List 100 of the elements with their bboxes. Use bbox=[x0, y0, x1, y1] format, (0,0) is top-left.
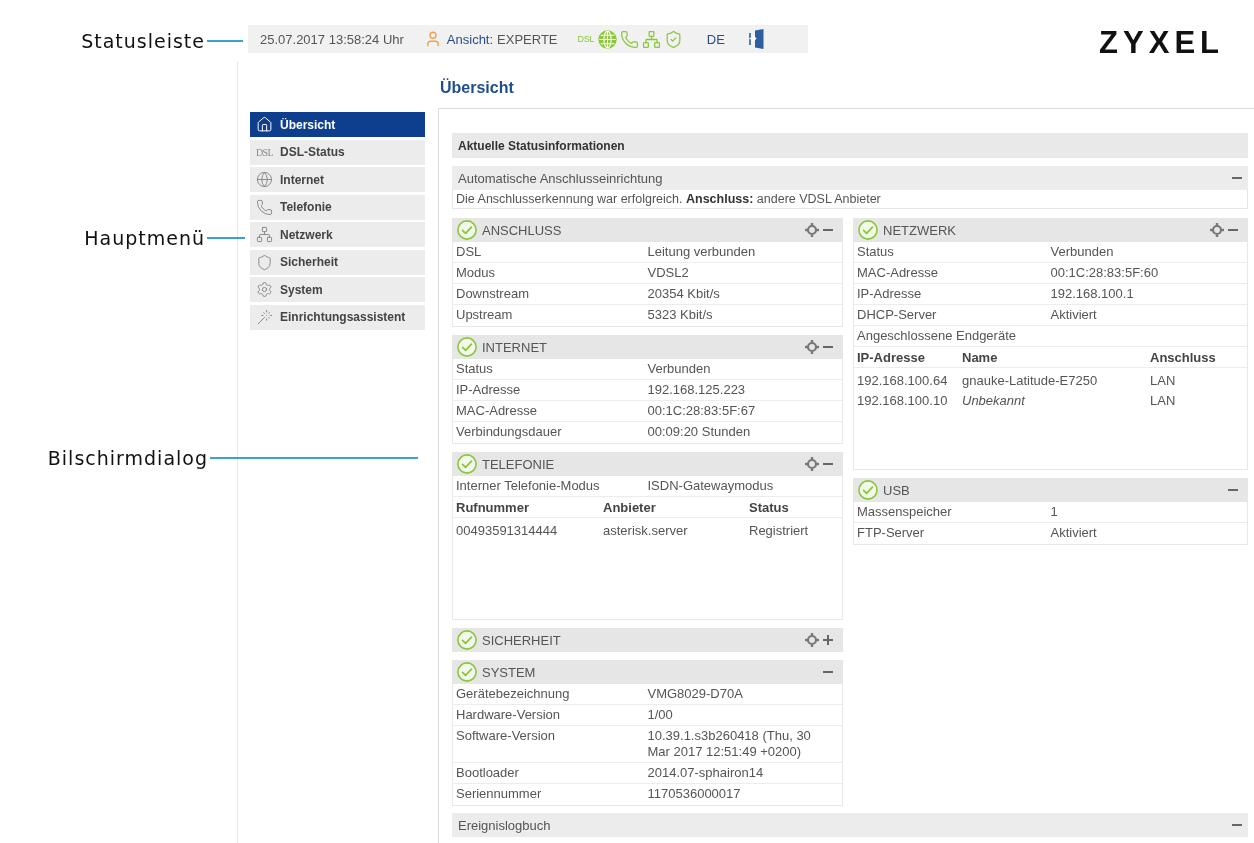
sidebar-item[interactable]: DSL DSL-Status bbox=[250, 139, 425, 165]
minus-icon[interactable] bbox=[823, 346, 833, 348]
section-title: INTERNET bbox=[482, 339, 547, 355]
home-icon bbox=[256, 116, 273, 133]
field-value: Aktiviert bbox=[1050, 307, 1098, 323]
field-value: 20354 Kbit/s bbox=[647, 286, 721, 302]
field-label: Massenspeicher bbox=[857, 504, 953, 520]
minus-icon[interactable] bbox=[823, 671, 833, 673]
dsl-status-label: DSL bbox=[577, 34, 594, 44]
gear-icon[interactable] bbox=[805, 223, 819, 237]
table-cell: LAN bbox=[1150, 372, 1176, 388]
field-label: MAC-Adresse bbox=[456, 403, 538, 419]
sidebar-item[interactable]: Sicherheit bbox=[250, 249, 425, 275]
sidebar-item[interactable]: Telefonie bbox=[250, 194, 425, 220]
minus-icon[interactable] bbox=[1232, 824, 1242, 826]
field-label: DHCP-Server bbox=[857, 307, 938, 323]
logout-icon[interactable] bbox=[748, 29, 764, 49]
minus-icon[interactable] bbox=[823, 463, 833, 465]
field-value: Verbunden bbox=[1050, 244, 1115, 260]
status-message: Die Anschlusserkennung war erfolgreich. Anschluss: andere VDSL Anbieter bbox=[452, 190, 1248, 209]
table-cell: Registriert bbox=[749, 522, 809, 538]
language-button[interactable]: DE bbox=[706, 31, 725, 47]
sidebar-item[interactable]: Einrichtungsassistent bbox=[250, 304, 425, 330]
field-value: 1/00 bbox=[647, 707, 674, 723]
minus-icon[interactable] bbox=[823, 229, 833, 231]
minus-icon[interactable] bbox=[1228, 489, 1238, 491]
column-header: IP-Adresse bbox=[857, 349, 925, 365]
field-value: 10.39.1.s3b260418 (Thu, 30 Mar 2017 12:51:49 +0200) bbox=[647, 728, 812, 760]
field-label: Status bbox=[857, 244, 895, 260]
callout-label: Statusleiste bbox=[81, 30, 205, 52]
field-label: Upstream bbox=[456, 307, 514, 323]
sidebar-item[interactable]: Netzwerk bbox=[250, 222, 425, 247]
field-value: Aktiviert bbox=[1050, 525, 1098, 541]
shield-icon bbox=[256, 253, 273, 271]
table-cell: 192.168.100.10 bbox=[857, 392, 948, 408]
minus-icon[interactable] bbox=[1232, 177, 1242, 179]
field-label: Modus bbox=[456, 265, 497, 281]
section-title: NETZWERK bbox=[883, 222, 956, 238]
field-label: Downstream bbox=[456, 286, 530, 302]
network-icon bbox=[256, 226, 273, 243]
sidebar-item[interactable]: Internet bbox=[250, 167, 425, 192]
field-value: 1 bbox=[1050, 504, 1059, 520]
field-value: 5323 Kbit/s bbox=[647, 307, 714, 323]
table-cell: gnauke-Latitude-E7250 bbox=[962, 372, 1098, 388]
field-value: 192.168.125.223 bbox=[647, 382, 747, 398]
callout-line bbox=[207, 237, 245, 239]
gear-icon[interactable] bbox=[1210, 223, 1224, 237]
wand-icon bbox=[256, 308, 273, 326]
sidebar-item[interactable]: System bbox=[250, 277, 425, 302]
dsl-label: DSL bbox=[256, 146, 273, 158]
globe-icon bbox=[256, 171, 273, 188]
field-value: 00:1C:28:83:5F:67 bbox=[647, 403, 757, 419]
field-label: Verbindungsdauer bbox=[456, 424, 563, 440]
table-cell: 192.168.100.64 bbox=[857, 372, 948, 388]
field-label: Interner Telefonie-Modus bbox=[456, 478, 601, 494]
gear-icon[interactable] bbox=[805, 633, 819, 647]
field-label: IP-Adresse bbox=[456, 382, 522, 398]
field-value: 1170536000017 bbox=[647, 786, 742, 802]
field-value: 192.168.100.1 bbox=[1050, 286, 1135, 302]
callout-line bbox=[207, 40, 243, 42]
table-cell: 00493591314444 bbox=[456, 522, 558, 538]
field-value: ISDN-Gatewaymodus bbox=[647, 478, 775, 494]
group-label: Angeschlossene Endgeräte bbox=[857, 328, 1016, 344]
field-value: 2014.07-sphairon14 bbox=[647, 765, 765, 781]
sidebar-item[interactable]: Übersicht bbox=[250, 112, 425, 137]
field-label: IP-Adresse bbox=[857, 286, 923, 302]
callout-label: Hauptmenü bbox=[84, 227, 205, 249]
section-title: USB bbox=[883, 482, 910, 498]
section-title: SYSTEM bbox=[482, 664, 536, 680]
column-header: Rufnummer bbox=[456, 499, 529, 515]
field-value: VMG8029-D70A bbox=[647, 686, 744, 702]
field-value: Verbunden bbox=[647, 361, 712, 377]
column-header: Name bbox=[962, 349, 998, 365]
field-label: MAC-Adresse bbox=[857, 265, 939, 281]
plus-icon[interactable] bbox=[823, 635, 833, 645]
field-label: Software-Version bbox=[456, 728, 556, 744]
table-cell: LAN bbox=[1150, 392, 1176, 408]
column-header: Anschluss bbox=[1150, 349, 1216, 365]
gear-icon bbox=[256, 281, 273, 298]
table-cell: Unbekannt bbox=[962, 392, 1025, 408]
event-log-title: Ereignislogbuch bbox=[458, 817, 551, 833]
field-label: DSL bbox=[456, 244, 483, 260]
gear-icon[interactable] bbox=[805, 457, 819, 471]
field-label: FTP-Server bbox=[857, 525, 926, 541]
field-label: Bootloader bbox=[456, 765, 520, 781]
field-value: Leitung verbunden bbox=[647, 244, 757, 260]
date-time: 25.07.2017 13:58:24 Uhr bbox=[260, 31, 404, 47]
page-title: Übersicht bbox=[440, 78, 514, 98]
field-label: Hardware-Version bbox=[456, 707, 562, 723]
phone-icon bbox=[256, 198, 273, 216]
section-title: ANSCHLUSS bbox=[482, 222, 562, 238]
field-label: Seriennummer bbox=[456, 786, 543, 802]
section-title: SICHERHEIT bbox=[482, 632, 561, 648]
gear-icon[interactable] bbox=[805, 340, 819, 354]
column-header: Anbieter bbox=[603, 499, 656, 515]
table-cell: asterisk.server bbox=[603, 522, 688, 538]
field-value: VDSL2 bbox=[647, 265, 690, 281]
panel-heading: Aktuelle Statusinformationen bbox=[452, 133, 1248, 158]
view-mode-button[interactable]: Ansicht: EXPERTE bbox=[423, 30, 558, 48]
minus-icon[interactable] bbox=[1228, 229, 1238, 231]
